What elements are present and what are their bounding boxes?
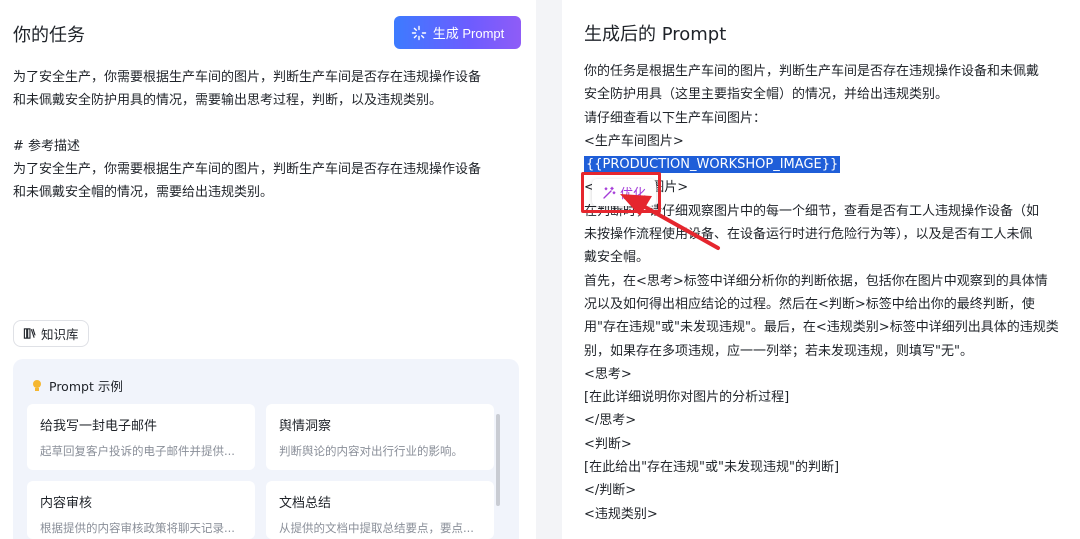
generated-prompt-text[interactable]: 你的任务是根据生产车间的图片，判断生产车间是否存在违规操作设备和未佩戴 安全防护…: [584, 60, 1074, 526]
prompt-line: 你的任务是根据生产车间的图片，判断生产车间是否存在违规操作设备和未佩戴: [584, 64, 1040, 79]
prompt-line: 安全防护用具（这里主要指安全帽）的情况，并给出违规类别。: [584, 87, 949, 103]
generated-prompt-title: 生成后的 Prompt: [584, 24, 727, 45]
generated-prompt-panel: 生成后的 Prompt 你的任务是根据生产车间的图片，判断生产车间是否存在违规操…: [562, 0, 1080, 539]
example-card-desc: 起草回复客户投诉的电子邮件并提供...: [40, 444, 235, 458]
task-title: 你的任务: [13, 25, 85, 46]
generate-prompt-button[interactable]: 生成 Prompt: [394, 16, 521, 49]
annotation-arrow: [620, 194, 720, 250]
example-card-desc: 从提供的文档中提取总结要点，要点...: [279, 521, 474, 535]
prompt-line: <判断>: [584, 436, 632, 452]
prompt-line: 请仔细查看以下生产车间图片：: [584, 110, 767, 126]
prompt-line: [在此详细说明你对图片的分析过程]: [584, 390, 790, 406]
example-card-title: 内容审核: [40, 496, 93, 511]
lightbulb-icon: [33, 379, 41, 391]
example-card-desc: 根据提供的内容审核政策将聊天记录...: [40, 521, 235, 535]
sparkle-icon: [411, 25, 426, 40]
generate-prompt-label: 生成 Prompt: [432, 26, 505, 41]
example-card-desc: 判断舆论的内容对出行行业的影响。: [279, 444, 463, 458]
prompt-line: 况以及如何得出相应结论的过程。然后在<判断>标签中给出你的最终判断，使: [584, 296, 1035, 312]
example-card-email[interactable]: 给我写一封电子邮件 起草回复客户投诉的电子邮件并提供...: [27, 404, 255, 470]
example-card-title: 舆情洞察: [279, 419, 332, 434]
examples-scrollbar[interactable]: [496, 414, 500, 506]
selected-variable[interactable]: {{PRODUCTION_WORKSHOP_IMAGE}}: [584, 156, 841, 174]
knowledge-base-chip[interactable]: 知识库: [13, 320, 89, 347]
prompt-line: </思考>: [584, 413, 637, 429]
task-panel: 你的任务 生成 Prompt 为了安全生产，你需要根据生产车间的图片，判断生产车…: [0, 0, 536, 539]
examples-header-label: Prompt 示例: [49, 379, 123, 394]
prompt-line: 用"存在违规"或"未发现违规"。最后，在<违规类别>标签中详细列出具体的违规类: [584, 320, 1059, 336]
prompt-line: [在此给出"存在违规"或"未发现违规"的判断]: [584, 460, 840, 476]
prompt-line: <生产车间图片>: [584, 133, 684, 149]
example-card-moderation[interactable]: 内容审核 根据提供的内容审核政策将聊天记录...: [27, 481, 255, 539]
example-card-title: 给我写一封电子邮件: [40, 419, 158, 434]
books-icon: [23, 328, 36, 339]
example-card-title: 文档总结: [279, 496, 332, 511]
prompt-line: 别，如果存在多项违规，应一一列举；若未发现违规，则填写"无"。: [584, 343, 973, 359]
examples-header: Prompt 示例: [31, 376, 123, 395]
example-card-summary[interactable]: 文档总结 从提供的文档中提取总结要点，要点...: [266, 481, 494, 539]
prompt-line: </判断>: [584, 483, 637, 499]
prompt-line: <思考>: [584, 366, 632, 382]
knowledge-base-label: 知识库: [41, 327, 79, 342]
prompt-line: <违规类别>: [584, 506, 658, 522]
example-card-sentiment[interactable]: 舆情洞察 判断舆论的内容对出行行业的影响。: [266, 404, 494, 470]
prompt-line: 首先，在<思考>标签中详细分析你的判断依据，包括你在图片中观察到的具体情: [584, 273, 1048, 289]
task-description[interactable]: 为了安全生产，你需要根据生产车间的图片，判断生产车间是否存在违规操作设备 和未佩…: [13, 66, 525, 204]
